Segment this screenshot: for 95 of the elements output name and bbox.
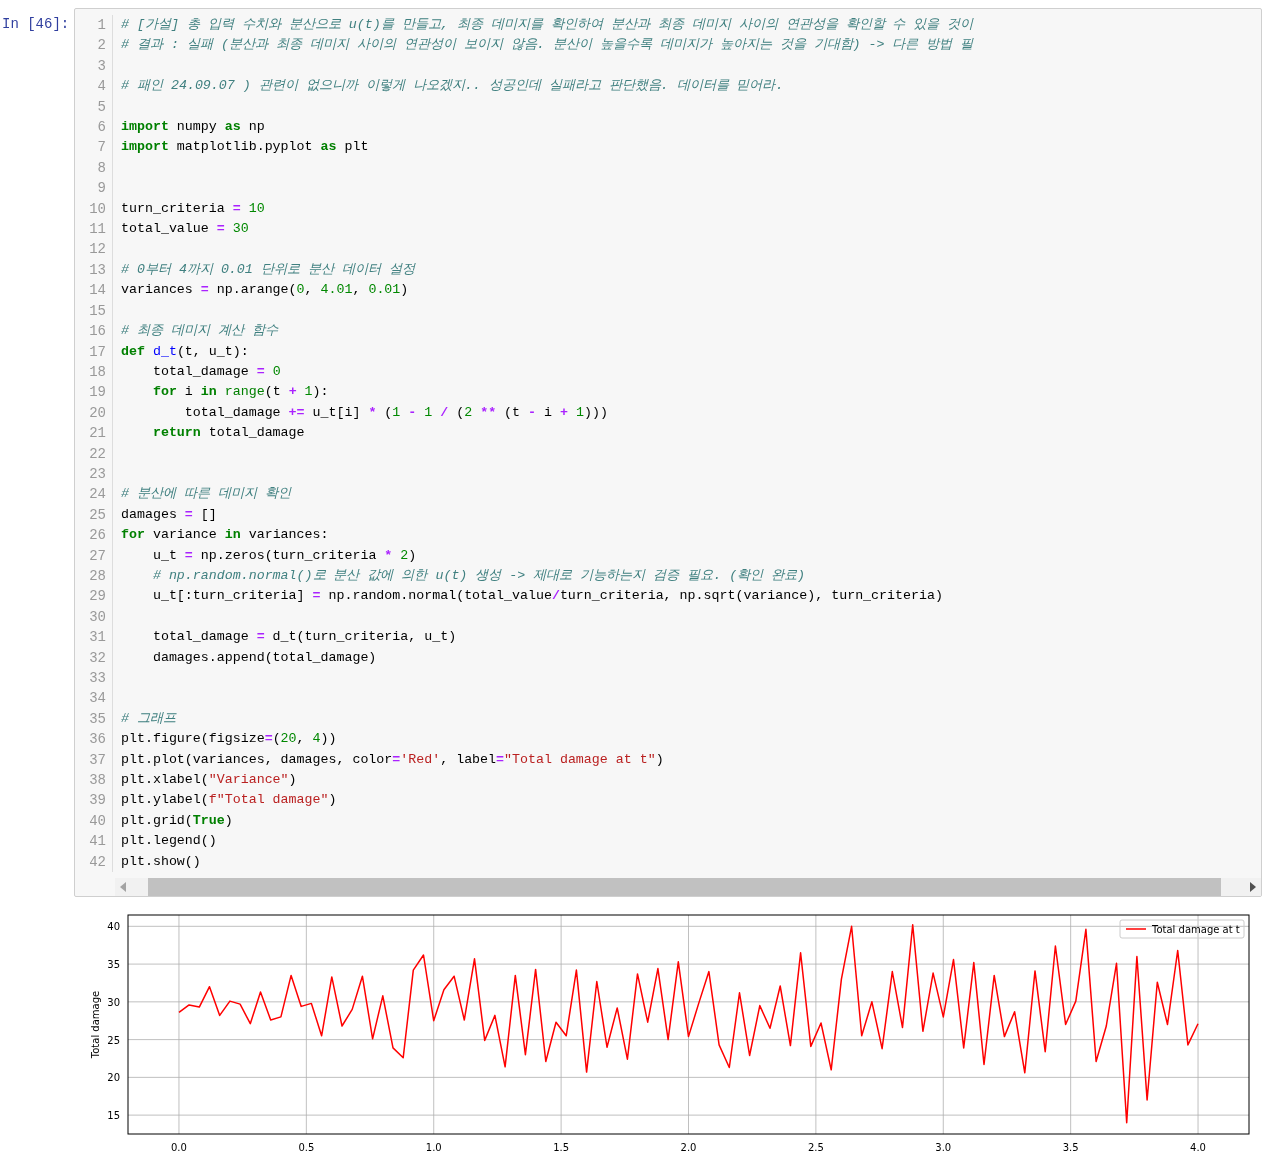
code-line: # [가설] 총 입력 수치와 분산으로 u(t)를 만들고, 최종 데미지를 확인하여 분산과 최종 데미지 사이의 연관성을 확인할 수 있을 것이 — [121, 17, 974, 32]
code-line: for variance in variances: — [121, 527, 329, 543]
tick-label: 2.5 — [807, 1142, 824, 1154]
tick-label: 20 — [107, 1072, 120, 1084]
code-line: total_damage = 0 — [151, 363, 281, 379]
code-line: plt.show() — [121, 853, 201, 869]
line-number: 27 — [75, 545, 113, 566]
tick-label: 1.5 — [553, 1142, 570, 1154]
scroll-right-icon[interactable] — [1249, 882, 1257, 893]
code-line: damages.append(total_damage) — [151, 649, 377, 665]
line-number: 24 — [75, 484, 113, 505]
tick-label: 3.0 — [935, 1142, 952, 1154]
line-number: 39 — [75, 790, 113, 811]
code-line: turn_criteria = 10 — [121, 200, 265, 216]
code-line: import matplotlib.pyplot as plt — [121, 139, 369, 155]
line-number: 13 — [75, 259, 113, 281]
line-number: 17 — [75, 341, 113, 362]
line-number: 36 — [75, 729, 113, 750]
line-number: 5 — [75, 96, 113, 118]
code-line: # 0부터 4까지 0.01 단위로 분산 데이터 설정 — [121, 261, 415, 277]
code-cell[interactable] — [74, 8, 1262, 898]
line-number: 3 — [75, 55, 113, 77]
code-line: return total_damage — [151, 425, 305, 441]
line-number: 33 — [75, 668, 113, 689]
tick-label: 3.5 — [1062, 1142, 1079, 1154]
line-number: 12 — [75, 239, 113, 260]
line-number: 37 — [75, 749, 113, 771]
legend-line-icon — [1125, 928, 1147, 930]
line-number: 28 — [75, 565, 113, 587]
line-number: 18 — [75, 361, 113, 383]
code-line: import numpy as np — [121, 119, 265, 135]
code-line: # 그래프 — [121, 710, 176, 726]
line-number: 11 — [75, 219, 113, 240]
tick-label: 40 — [107, 921, 120, 933]
line-number: 42 — [75, 851, 113, 873]
code-line: total_value = 30 — [121, 221, 249, 237]
code-line: plt.xlabel("Variance") — [121, 772, 297, 788]
line-number: 35 — [75, 708, 113, 730]
line-number: 23 — [75, 463, 113, 485]
tick-label: 15 — [107, 1110, 120, 1122]
code-line: # 분산에 따른 데미지 확인 — [121, 486, 291, 502]
line-number: 10 — [75, 198, 113, 220]
line-number: 34 — [75, 688, 113, 709]
line-number: 30 — [75, 606, 113, 628]
code-line: # 결과 : 실패 (분산과 최종 데미지 사이의 연관성이 보이지 않음. 분산이 높을수록 데미지가 높아지는 것을 기대함) -> 다른 방법 필 — [121, 37, 974, 53]
line-number: 26 — [75, 525, 113, 546]
line-number: 1 — [75, 15, 113, 36]
code-line: # 패인 24.09.07 ) 관련이 없으니까 이렇게 나오겠지.. 성공인데 실패라고 판단했음. 데이터를 믿어라. — [121, 78, 784, 94]
cell-prompt: In [46]: — [2, 16, 70, 32]
line-number: 9 — [75, 178, 113, 199]
line-number: 8 — [75, 157, 113, 179]
code-line: for i in range(t + 1): — [151, 384, 329, 400]
tick-label: 1.0 — [425, 1142, 442, 1154]
code-line: def d_t(t, u_t): — [121, 343, 249, 359]
tick-label: 30 — [107, 996, 120, 1008]
line-number: 29 — [75, 586, 113, 607]
axis-label: Total damage — [90, 990, 101, 1059]
line-number: 7 — [75, 137, 113, 158]
line-number: 4 — [75, 76, 113, 97]
line-number: 14 — [75, 280, 113, 301]
tick-label: 4.0 — [1190, 1142, 1206, 1154]
code-line: plt.legend() — [121, 833, 217, 849]
tick-label: 25 — [107, 1034, 120, 1046]
code-line: damages = [] — [121, 506, 217, 522]
code-line: u_t = np.zeros(turn_criteria * 2) — [151, 547, 417, 563]
line-number: 6 — [75, 117, 113, 138]
code-line: plt.plot(variances, damages, color='Red', label="Total damage at t") — [121, 751, 664, 767]
code-line: variances = np.arange(0, 4.01, 0.01) — [121, 282, 409, 298]
line-number: 32 — [75, 647, 113, 668]
line-number: 16 — [75, 321, 113, 342]
line-number: 19 — [75, 382, 113, 403]
tick-label: 0.5 — [298, 1142, 315, 1154]
code-line: # np.random.normal()로 분산 값에 의한 u(t) 생성 -> 제대로 기능하는지 검증 필요. (확인 완료) — [151, 567, 806, 583]
line-number: 2 — [75, 35, 113, 56]
line-number: 25 — [75, 504, 113, 526]
line-number: 15 — [75, 300, 113, 322]
line-number: 40 — [75, 810, 113, 832]
code-line: plt.ylabel(f"Total damage") — [121, 792, 337, 808]
tick-label: 2.0 — [680, 1142, 697, 1154]
code-line: total_damage = d_t(turn_criteria, u_t) — [151, 629, 457, 645]
line-number: 22 — [75, 443, 113, 464]
code-line: total_damage += u_t[i] * (1 - 1 / (2 ** (t - i + 1))) — [183, 404, 608, 420]
legend-label: Total damage at t — [1152, 924, 1240, 936]
line-number: 38 — [75, 770, 113, 791]
code-line: plt.grid(True) — [121, 812, 233, 828]
line-number: 20 — [75, 402, 113, 424]
line-number: 31 — [75, 627, 113, 648]
code-line: u_t[:turn_criteria] = np.random.normal(total_value/turn_criteria, np.sqrt(variance), turn_criteria) — [151, 588, 943, 604]
line-number: 41 — [75, 831, 113, 852]
code-line: plt.figure(figsize=(20, 4)) — [121, 731, 337, 747]
tick-label: 0.0 — [171, 1142, 187, 1154]
tick-label: 35 — [107, 959, 120, 971]
scroll-left-icon[interactable] — [119, 882, 127, 893]
line-number: 21 — [75, 423, 113, 444]
code-line: # 최종 데미지 계산 함수 — [121, 323, 278, 339]
